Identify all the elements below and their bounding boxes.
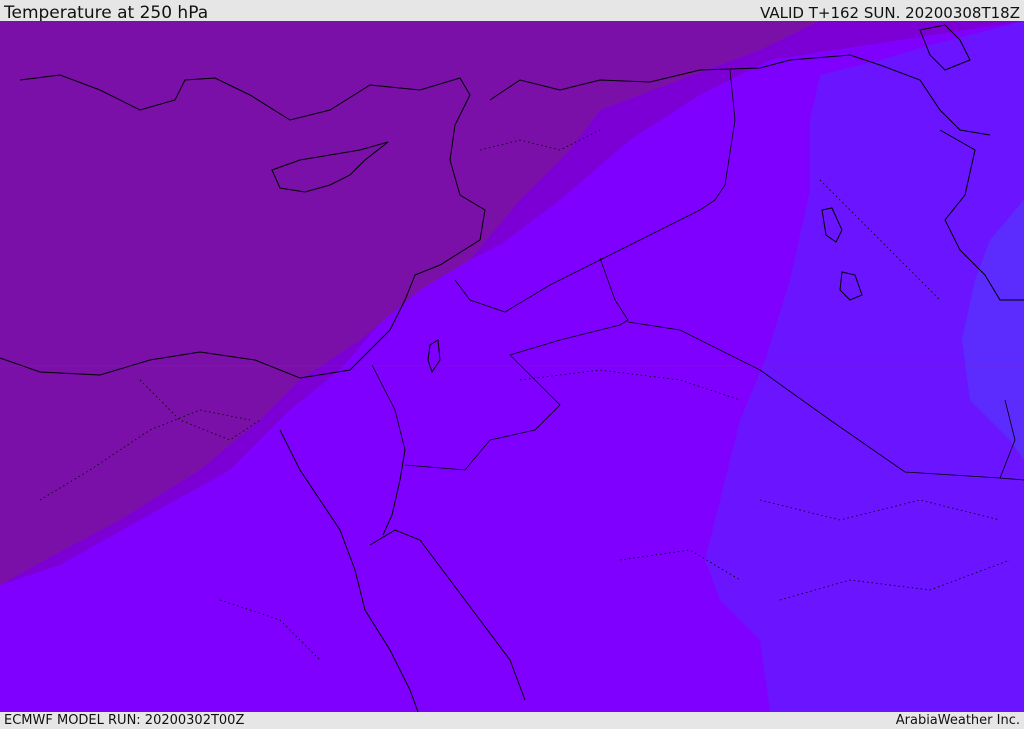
model-run-label: ECMWF MODEL RUN: 20200302T00Z bbox=[4, 713, 245, 728]
credit-label: ArabiaWeather Inc. bbox=[895, 713, 1020, 728]
temperature-map[interactable] bbox=[0, 21, 1024, 712]
map-canvas bbox=[0, 21, 1024, 712]
weather-map-frame: Temperature at 250 hPa VALID T+162 SUN. … bbox=[0, 0, 1024, 729]
header-bar: Temperature at 250 hPa VALID T+162 SUN. … bbox=[0, 0, 1024, 23]
map-title: Temperature at 250 hPa bbox=[4, 3, 209, 23]
footer-bar: ECMWF MODEL RUN: 20200302T00Z ArabiaWeat… bbox=[0, 712, 1024, 729]
valid-time: VALID T+162 SUN. 20200308T18Z bbox=[760, 4, 1020, 22]
